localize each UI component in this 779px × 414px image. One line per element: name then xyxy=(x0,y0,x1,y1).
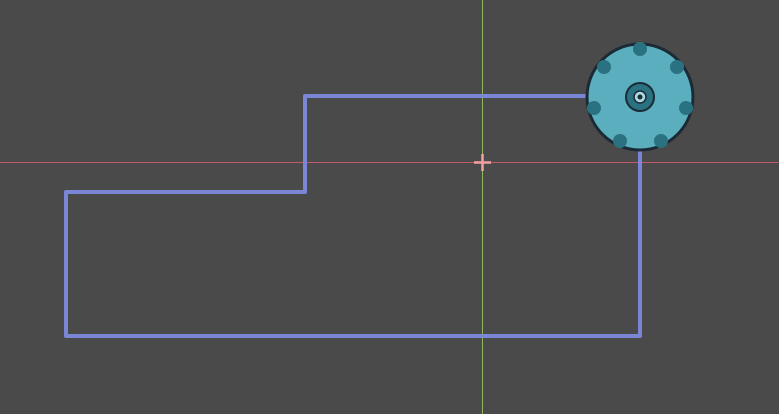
crosshair-icon[interactable] xyxy=(474,154,491,171)
scene-canvas[interactable] xyxy=(0,0,779,414)
path-outline[interactable] xyxy=(64,94,642,338)
saw-gear-notch xyxy=(587,101,601,115)
saw-gear-notch xyxy=(597,60,611,74)
saw-gear-icon[interactable] xyxy=(585,42,695,152)
saw-gear-notch xyxy=(633,42,647,56)
saw-gear-notch xyxy=(670,60,684,74)
editor-viewport[interactable] xyxy=(0,0,779,414)
saw-gear-notch xyxy=(679,101,693,115)
saw-gear-notch xyxy=(613,134,627,148)
saw-gear-notch xyxy=(654,134,668,148)
saw-gear-core xyxy=(637,94,643,100)
